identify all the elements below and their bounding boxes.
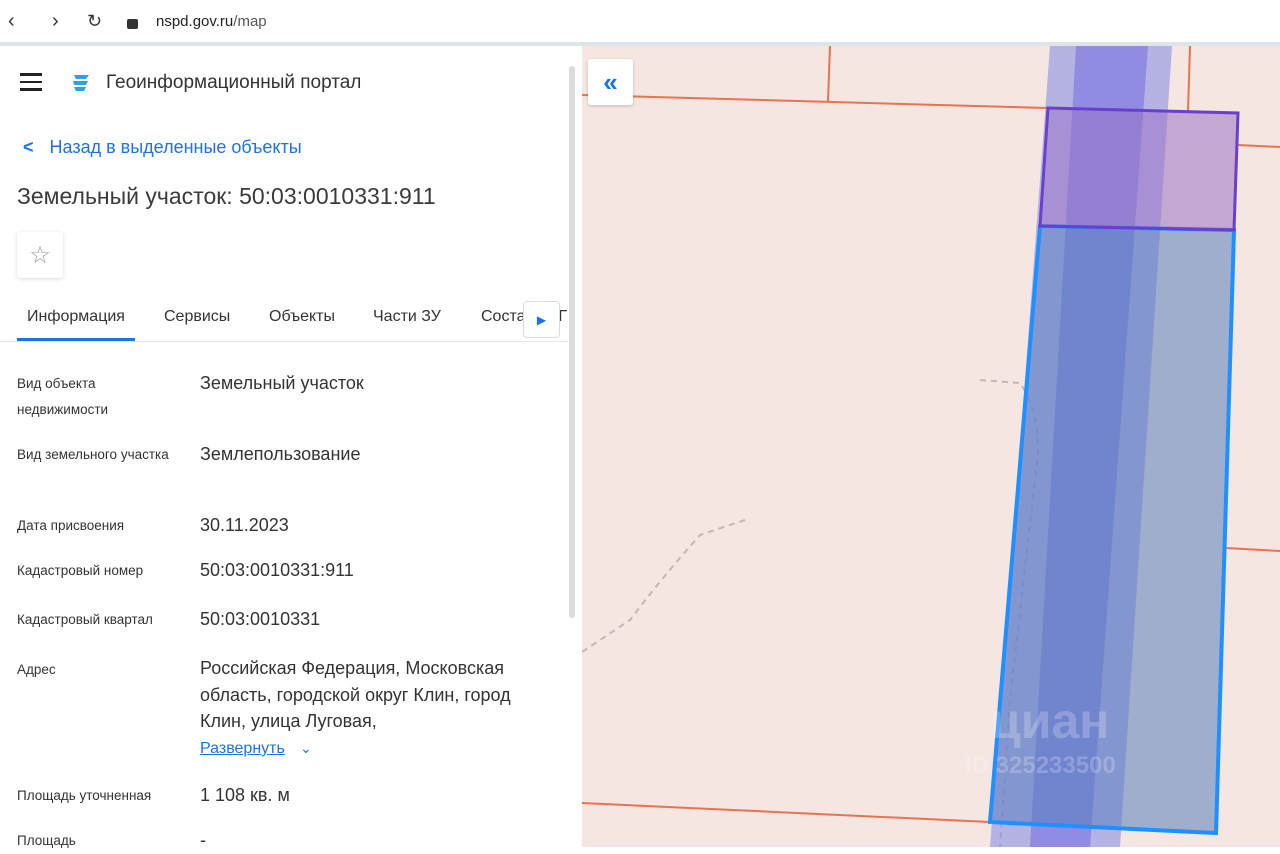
back-arrow-icon[interactable]: ‹ xyxy=(8,10,15,33)
url-host: nspd.gov.ru xyxy=(156,13,234,30)
tab-information[interactable]: Информация xyxy=(27,308,125,326)
address-bar[interactable]: nspd.gov.ru/map xyxy=(156,13,267,30)
panel-scrollbar[interactable] xyxy=(569,66,575,618)
tab-services[interactable]: Сервисы xyxy=(164,308,230,326)
chevron-left-icon: < xyxy=(23,137,34,157)
expand-link[interactable]: Развернуть xyxy=(200,740,285,758)
selected-parcel-polygon[interactable] xyxy=(1038,106,1240,232)
forward-arrow-icon[interactable]: › xyxy=(52,10,59,33)
field-label: Вид объекта недвижимости xyxy=(17,376,109,417)
field-value: 1 108 кв. м xyxy=(200,785,290,805)
watermark-id: ID 325233500 xyxy=(965,752,1116,779)
collapse-panel-icon[interactable]: « xyxy=(588,59,633,105)
tab-objects[interactable]: Объекты xyxy=(269,308,335,326)
watermark-brand: циан xyxy=(990,693,1110,749)
back-link-label: Назад в выделенные объекты xyxy=(49,137,302,157)
field-label: Площадь уточненная xyxy=(17,788,152,803)
portal-title: Геоинформационный портал xyxy=(106,72,362,93)
map-layer xyxy=(581,45,1280,848)
reload-icon[interactable]: ↻ xyxy=(87,11,102,32)
tab-parts[interactable]: Части ЗУ xyxy=(373,308,441,326)
field-label: Кадастровый номер xyxy=(17,563,144,578)
url-path: /map xyxy=(233,13,267,30)
field-label: Вид земельного участка xyxy=(17,447,169,462)
favorite-star-icon[interactable]: ☆ xyxy=(17,232,63,278)
field-label: Кадастровый квартал xyxy=(17,612,153,627)
map-canvas[interactable] xyxy=(581,45,1280,848)
field-value: Земельный участок xyxy=(200,373,364,393)
field-value: - xyxy=(200,830,206,850)
menu-icon[interactable] xyxy=(20,73,42,91)
field-label: Площадь xyxy=(17,833,76,848)
tabs-divider xyxy=(0,341,570,342)
portal-logo-icon xyxy=(73,75,89,91)
field-label: Адрес xyxy=(17,662,56,677)
field-value: Землепользование xyxy=(200,444,361,464)
field-label: Дата присвоения xyxy=(17,518,125,533)
field-value: 50:03:0010331:911 xyxy=(200,560,354,580)
field-value: 50:03:0010331 xyxy=(200,609,321,629)
browser-toolbar: ‹ › ↻ nspd.gov.ru/map xyxy=(0,0,1280,46)
lock-icon xyxy=(127,19,138,29)
tabs-scroll-right-icon[interactable]: ▶ xyxy=(523,301,560,338)
page-title: Земельный участок: 50:03:0010331:911 xyxy=(17,183,436,209)
back-to-selected-link[interactable]: < Назад в выделенные объекты xyxy=(23,137,302,158)
address-value: Российская Федерация, Московская область… xyxy=(200,658,511,731)
field-value: 30.11.2023 xyxy=(200,515,289,535)
chevron-down-icon[interactable]: ⌄ xyxy=(300,740,312,757)
